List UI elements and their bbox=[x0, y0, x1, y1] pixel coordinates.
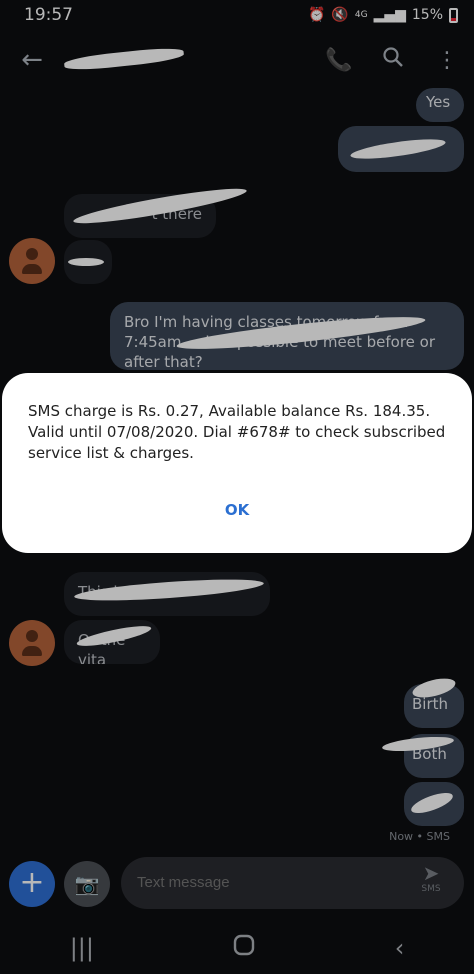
sms-charge-dialog: SMS charge is Rs. 0.27, Available balanc… bbox=[2, 373, 472, 553]
dialog-message: SMS charge is Rs. 0.27, Available balanc… bbox=[28, 402, 446, 462]
ok-button[interactable]: OK bbox=[2, 501, 472, 519]
